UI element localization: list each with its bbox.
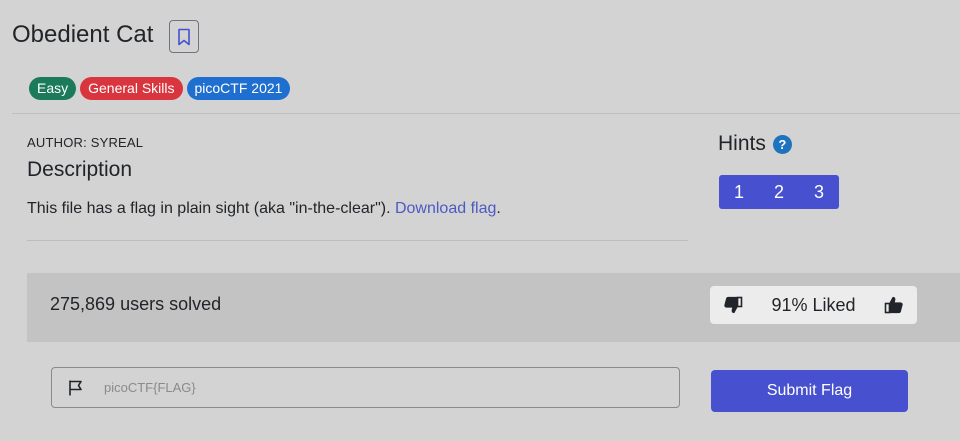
hint-button-group: 1 2 3 (719, 175, 839, 209)
description-text: This file has a flag in plain sight (aka… (27, 200, 501, 218)
bookmark-button[interactable] (169, 20, 199, 53)
thumbs-up-icon (884, 296, 903, 314)
thumbs-down-button[interactable] (722, 294, 744, 316)
tag-list: Easy General Skills picoCTF 2021 (29, 77, 291, 100)
description-divider (27, 240, 688, 241)
flag-icon (67, 379, 87, 397)
page-title: Obedient Cat (12, 21, 154, 48)
flag-input[interactable] (102, 379, 679, 396)
bookmark-icon (178, 28, 190, 45)
like-widget: 91% Liked (710, 286, 917, 324)
description-heading: Description (27, 158, 133, 181)
tag-difficulty: Easy (29, 77, 77, 100)
hint-button-1[interactable]: 1 (719, 175, 759, 209)
description-period: . (496, 200, 501, 217)
thumbs-up-button[interactable] (883, 294, 905, 316)
header-divider (12, 113, 960, 114)
thumbs-down-icon (724, 296, 743, 314)
flag-input-group (51, 367, 680, 408)
hints-header: Hints ? (718, 132, 792, 156)
hint-button-3[interactable]: 3 (799, 175, 839, 209)
author-label: AUTHOR: SYREAL (27, 135, 144, 150)
download-flag-link[interactable]: Download flag (395, 200, 496, 217)
submit-flag-button[interactable]: Submit Flag (711, 370, 908, 412)
liked-percentage: 91% Liked (771, 294, 856, 315)
help-icon[interactable]: ? (772, 134, 792, 154)
hints-heading: Hints (718, 132, 766, 155)
tag-category: General Skills (80, 77, 183, 100)
tag-event: picoCTF 2021 (186, 77, 291, 100)
description-body: This file has a flag in plain sight (aka… (27, 200, 395, 217)
solved-count: 275,869 users solved (50, 294, 222, 314)
hint-button-2[interactable]: 2 (759, 175, 799, 209)
